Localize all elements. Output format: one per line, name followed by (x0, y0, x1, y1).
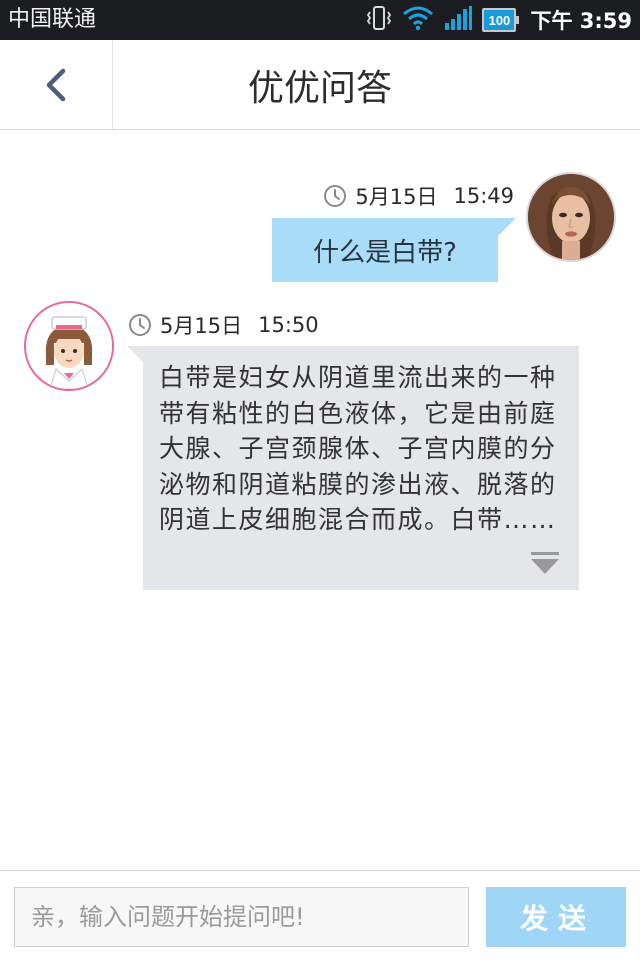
message-time: 15:49 (453, 184, 514, 208)
carrier-label: 中国联通 (8, 7, 97, 32)
message-time: 15:50 (258, 313, 319, 337)
expand-down-icon[interactable] (529, 550, 561, 576)
page-title: 优优问答 (247, 67, 392, 109)
message-date: 5月15日 (160, 314, 243, 338)
user-message-text: 什么是白带? (313, 237, 457, 268)
question-input[interactable] (14, 887, 469, 947)
message-timestamp: 5月15日 15:49 (323, 181, 514, 211)
clock-icon (324, 185, 347, 207)
message-timestamp: 5月15日 15:50 (128, 310, 319, 340)
battery-icon: 100 (482, 8, 520, 32)
status-time: 下午 3:59 (530, 9, 632, 33)
chevron-left-icon (46, 68, 66, 101)
chat-area: 5月15日 15:49 什么是白带? 5月15日 15:50 白带是妇女从阴道里… (0, 130, 640, 870)
signal-icon (444, 5, 473, 35)
status-icons: 100 下午 3:59 (366, 5, 632, 35)
status-bar: 中国联通 100 下午 3:59 (0, 0, 640, 40)
nurse-message-bubble[interactable]: 白带是妇女从阴道里流出来的一种带有粘性的白色液体，它是由前庭大腺、子宫颈腺体、子… (127, 346, 579, 590)
message-date: 5月15日 (355, 185, 438, 209)
send-button[interactable]: 发送 (486, 887, 626, 947)
nav-bar: 优优问答 (0, 40, 640, 130)
nurse-avatar[interactable] (24, 301, 114, 391)
wifi-icon (402, 5, 434, 35)
vibrate-icon (366, 4, 392, 36)
back-button[interactable] (0, 40, 113, 129)
user-message-bubble[interactable]: 什么是白带? (272, 218, 516, 282)
input-bar: 发送 (0, 870, 640, 961)
nurse-message-text: 白带是妇女从阴道里流出来的一种带有粘性的白色液体，它是由前庭大腺、子宫颈腺体、子… (159, 363, 557, 534)
user-avatar[interactable] (526, 172, 616, 262)
clock-icon (129, 314, 151, 336)
